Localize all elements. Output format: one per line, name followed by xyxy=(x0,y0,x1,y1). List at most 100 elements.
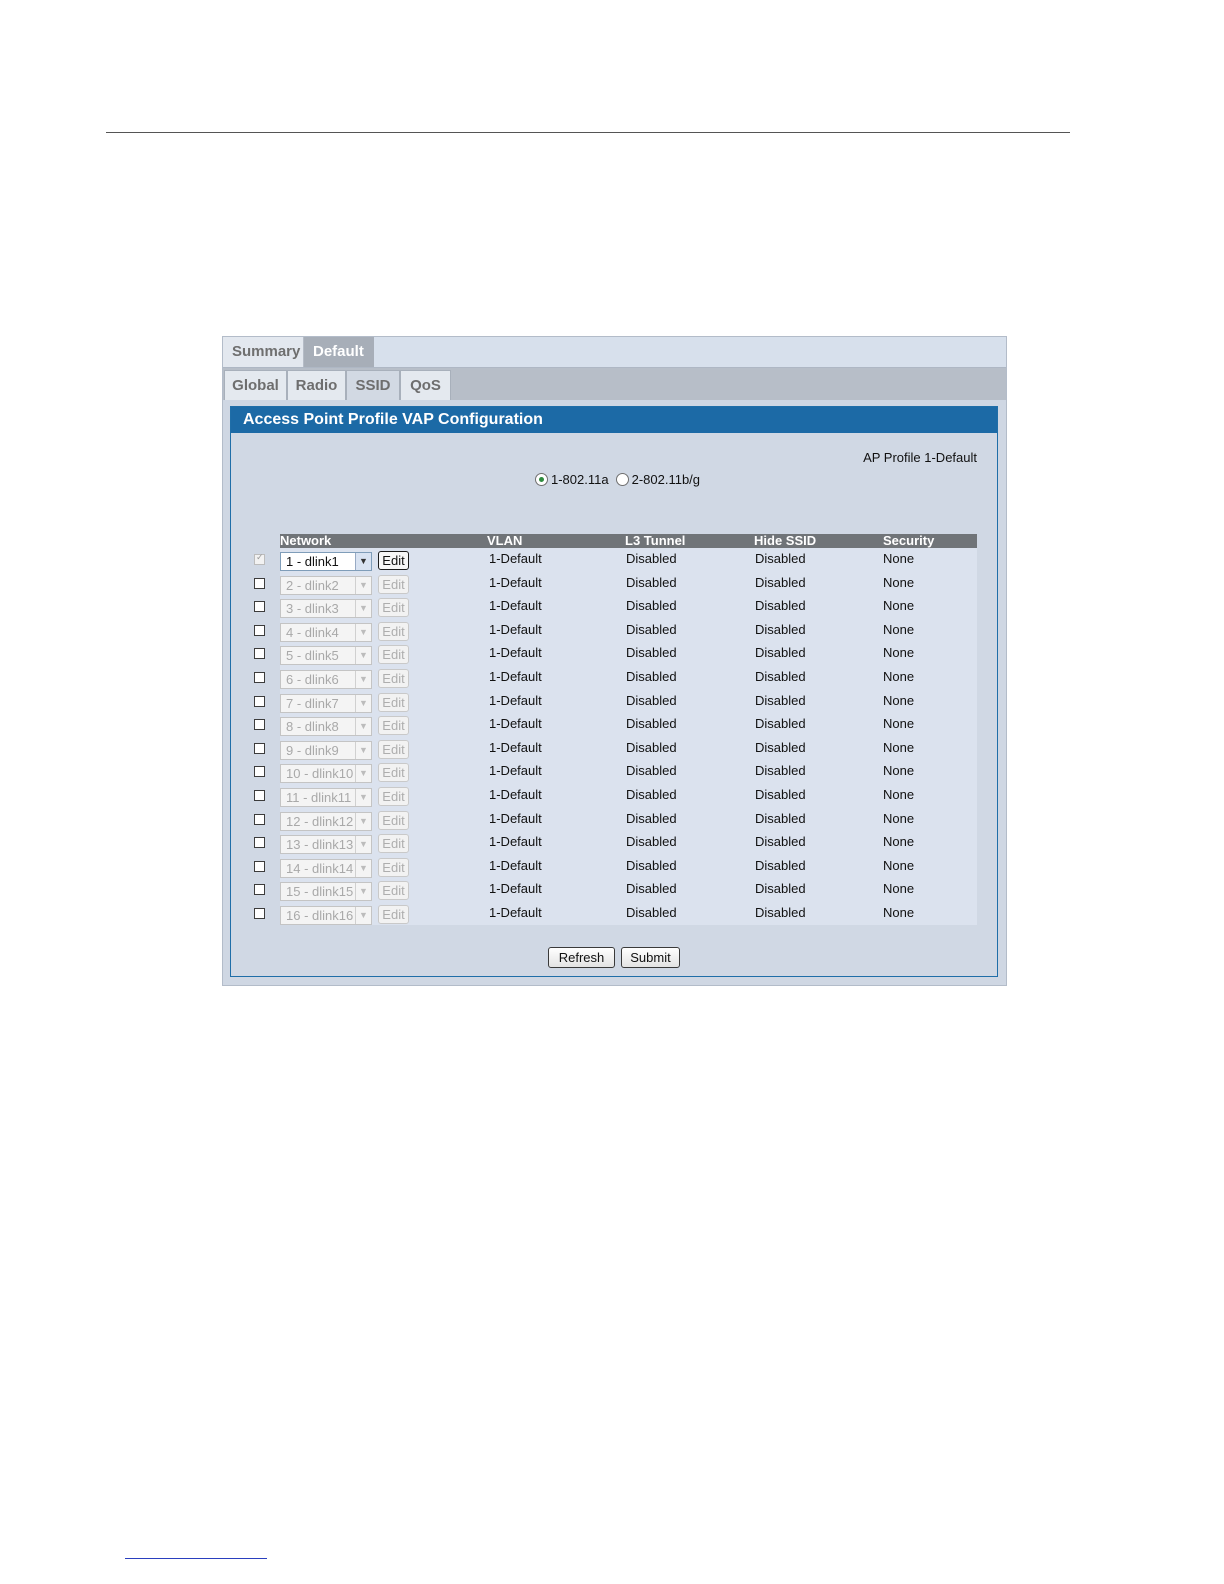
edit-button[interactable]: Edit xyxy=(378,598,409,617)
edit-button[interactable]: Edit xyxy=(378,716,409,735)
network-select[interactable]: 10 - dlink10 ▼ xyxy=(280,764,372,783)
hide-ssid-cell: Disabled xyxy=(755,787,806,802)
row-checkbox[interactable] xyxy=(254,790,265,801)
l3-tunnel-cell: Disabled xyxy=(626,811,677,826)
security-cell: None xyxy=(883,575,915,590)
vlan-cell: 1-Default xyxy=(489,858,542,873)
edit-button[interactable]: Edit xyxy=(378,858,409,877)
chevron-down-icon[interactable]: ▼ xyxy=(355,813,371,830)
network-select[interactable]: 5 - dlink5 ▼ xyxy=(280,646,372,665)
chevron-down-icon[interactable]: ▼ xyxy=(355,695,371,712)
tab-radio[interactable]: Radio xyxy=(287,370,346,400)
row-checkbox[interactable] xyxy=(254,837,265,848)
network-select[interactable]: 16 - dlink16 ▼ xyxy=(280,906,372,925)
chevron-down-icon[interactable]: ▼ xyxy=(355,907,371,924)
chevron-down-icon[interactable]: ▼ xyxy=(355,671,371,688)
chevron-down-icon[interactable]: ▼ xyxy=(355,553,371,570)
tab-default[interactable]: Default xyxy=(304,337,374,367)
radio-80211a[interactable] xyxy=(535,473,548,486)
l3-tunnel-cell: Disabled xyxy=(626,622,677,637)
security-cell: None xyxy=(883,811,915,826)
network-value: 3 - dlink3 xyxy=(286,601,339,616)
network-select[interactable]: 3 - dlink3 ▼ xyxy=(280,599,372,618)
submit-button[interactable]: Submit xyxy=(621,947,680,968)
row-checkbox[interactable] xyxy=(254,648,265,659)
chevron-down-icon[interactable]: ▼ xyxy=(355,883,371,900)
security-cell: None xyxy=(883,881,915,896)
security-cell: None xyxy=(883,905,915,920)
tab-summary[interactable]: Summary xyxy=(223,337,304,367)
l3-tunnel-cell: Disabled xyxy=(626,787,677,802)
radio-80211bg[interactable] xyxy=(615,473,629,486)
network-select[interactable]: 14 - dlink14 ▼ xyxy=(280,859,372,878)
network-select[interactable]: 2 - dlink2 ▼ xyxy=(280,576,372,595)
row-checkbox[interactable] xyxy=(254,625,265,636)
vlan-cell: 1-Default xyxy=(489,693,542,708)
row-checkbox[interactable] xyxy=(254,696,265,707)
row-checkbox[interactable] xyxy=(254,552,265,565)
security-cell: None xyxy=(883,622,915,637)
panel-title: Access Point Profile VAP Configuration xyxy=(231,407,997,433)
chevron-down-icon[interactable]: ▼ xyxy=(355,742,371,759)
vlan-cell: 1-Default xyxy=(489,811,542,826)
edit-button[interactable]: Edit xyxy=(378,740,409,759)
edit-button[interactable]: Edit xyxy=(378,575,409,594)
row-checkbox[interactable] xyxy=(254,672,265,683)
chevron-down-icon[interactable]: ▼ xyxy=(355,789,371,806)
edit-button[interactable]: Edit xyxy=(378,669,409,688)
tab-qos[interactable]: QoS xyxy=(400,370,451,400)
chevron-down-icon[interactable]: ▼ xyxy=(355,836,371,853)
security-cell: None xyxy=(883,740,915,755)
row-checkbox[interactable] xyxy=(254,814,265,825)
radio-80211a-label: 1-802.11a xyxy=(551,472,609,487)
network-select[interactable]: 4 - dlink4 ▼ xyxy=(280,623,372,642)
section-tab-bar: Global Radio SSID QoS xyxy=(223,368,1006,400)
profile-tab-bar: Summary Default xyxy=(223,337,1006,368)
chevron-down-icon[interactable]: ▼ xyxy=(355,860,371,877)
network-select[interactable]: 11 - dlink11 ▼ xyxy=(280,788,372,807)
network-select[interactable]: 9 - dlink9 ▼ xyxy=(280,741,372,760)
network-select[interactable]: 6 - dlink6 ▼ xyxy=(280,670,372,689)
chevron-down-icon[interactable]: ▼ xyxy=(355,600,371,617)
row-checkbox[interactable] xyxy=(254,601,265,612)
edit-button[interactable]: Edit xyxy=(378,645,409,664)
edit-button[interactable]: Edit xyxy=(378,905,409,924)
l3-tunnel-cell: Disabled xyxy=(626,716,677,731)
security-cell: None xyxy=(883,834,915,849)
row-checkbox[interactable] xyxy=(254,719,265,730)
network-select[interactable]: 13 - dlink13 ▼ xyxy=(280,835,372,854)
table-row: 8 - dlink8 ▼ Edit 1-Default Disabled Disabled… xyxy=(231,714,997,737)
edit-button[interactable]: Edit xyxy=(378,763,409,782)
network-select[interactable]: 12 - dlink12 ▼ xyxy=(280,812,372,831)
chevron-down-icon[interactable]: ▼ xyxy=(355,765,371,782)
edit-button[interactable]: Edit xyxy=(378,881,409,900)
network-select[interactable]: 7 - dlink7 ▼ xyxy=(280,694,372,713)
row-checkbox[interactable] xyxy=(254,766,265,777)
row-checkbox[interactable] xyxy=(254,578,265,589)
tab-global[interactable]: Global xyxy=(224,370,287,400)
chevron-down-icon[interactable]: ▼ xyxy=(355,718,371,735)
refresh-button[interactable]: Refresh xyxy=(548,947,615,968)
edit-button[interactable]: Edit xyxy=(378,787,409,806)
edit-button[interactable]: Edit xyxy=(378,834,409,853)
row-checkbox[interactable] xyxy=(254,908,265,919)
table-row: 16 - dlink16 ▼ Edit 1-Default Disabled Disabl… xyxy=(231,903,997,926)
edit-button[interactable]: Edit xyxy=(378,622,409,641)
network-select[interactable]: 8 - dlink8 ▼ xyxy=(280,717,372,736)
chevron-down-icon[interactable]: ▼ xyxy=(355,647,371,664)
edit-button[interactable]: Edit xyxy=(378,551,409,570)
chevron-down-icon[interactable]: ▼ xyxy=(355,577,371,594)
row-checkbox[interactable] xyxy=(254,743,265,754)
network-select[interactable]: 15 - dlink15 ▼ xyxy=(280,882,372,901)
tab-ssid[interactable]: SSID xyxy=(346,370,400,400)
hide-ssid-cell: Disabled xyxy=(755,645,806,660)
chevron-down-icon[interactable]: ▼ xyxy=(355,624,371,641)
security-cell: None xyxy=(883,551,915,566)
edit-button[interactable]: Edit xyxy=(378,693,409,712)
row-checkbox[interactable] xyxy=(254,861,265,872)
row-checkbox[interactable] xyxy=(254,884,265,895)
edit-button[interactable]: Edit xyxy=(378,811,409,830)
network-select[interactable]: 1 - dlink1 ▼ xyxy=(280,552,372,571)
network-value: 6 - dlink6 xyxy=(286,672,339,687)
table-row: 15 - dlink15 ▼ Edit 1-Default Disabled Disabl… xyxy=(231,879,997,902)
